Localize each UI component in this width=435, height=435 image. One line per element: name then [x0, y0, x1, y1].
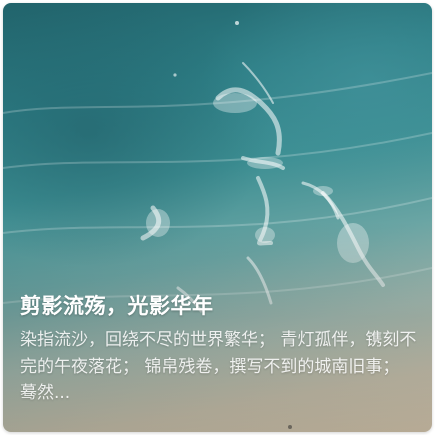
card-description: 染指流沙，回绕不尽的世界繁华； 青灯孤伴，镌刻不完的午夜落花； 锦帛残卷，撰写不…: [20, 330, 417, 403]
article-card[interactable]: 剪影流殇，光影华年 染指流沙，回绕不尽的世界繁华； 青灯孤伴，镌刻不完的午夜落花…: [3, 3, 432, 432]
card-title[interactable]: 剪影流殇，光影华年: [20, 291, 418, 321]
card-caption: 剪影流殇，光影华年 染指流沙，回绕不尽的世界繁华； 青灯孤伴，镌刻不完的午夜落花…: [20, 291, 418, 407]
